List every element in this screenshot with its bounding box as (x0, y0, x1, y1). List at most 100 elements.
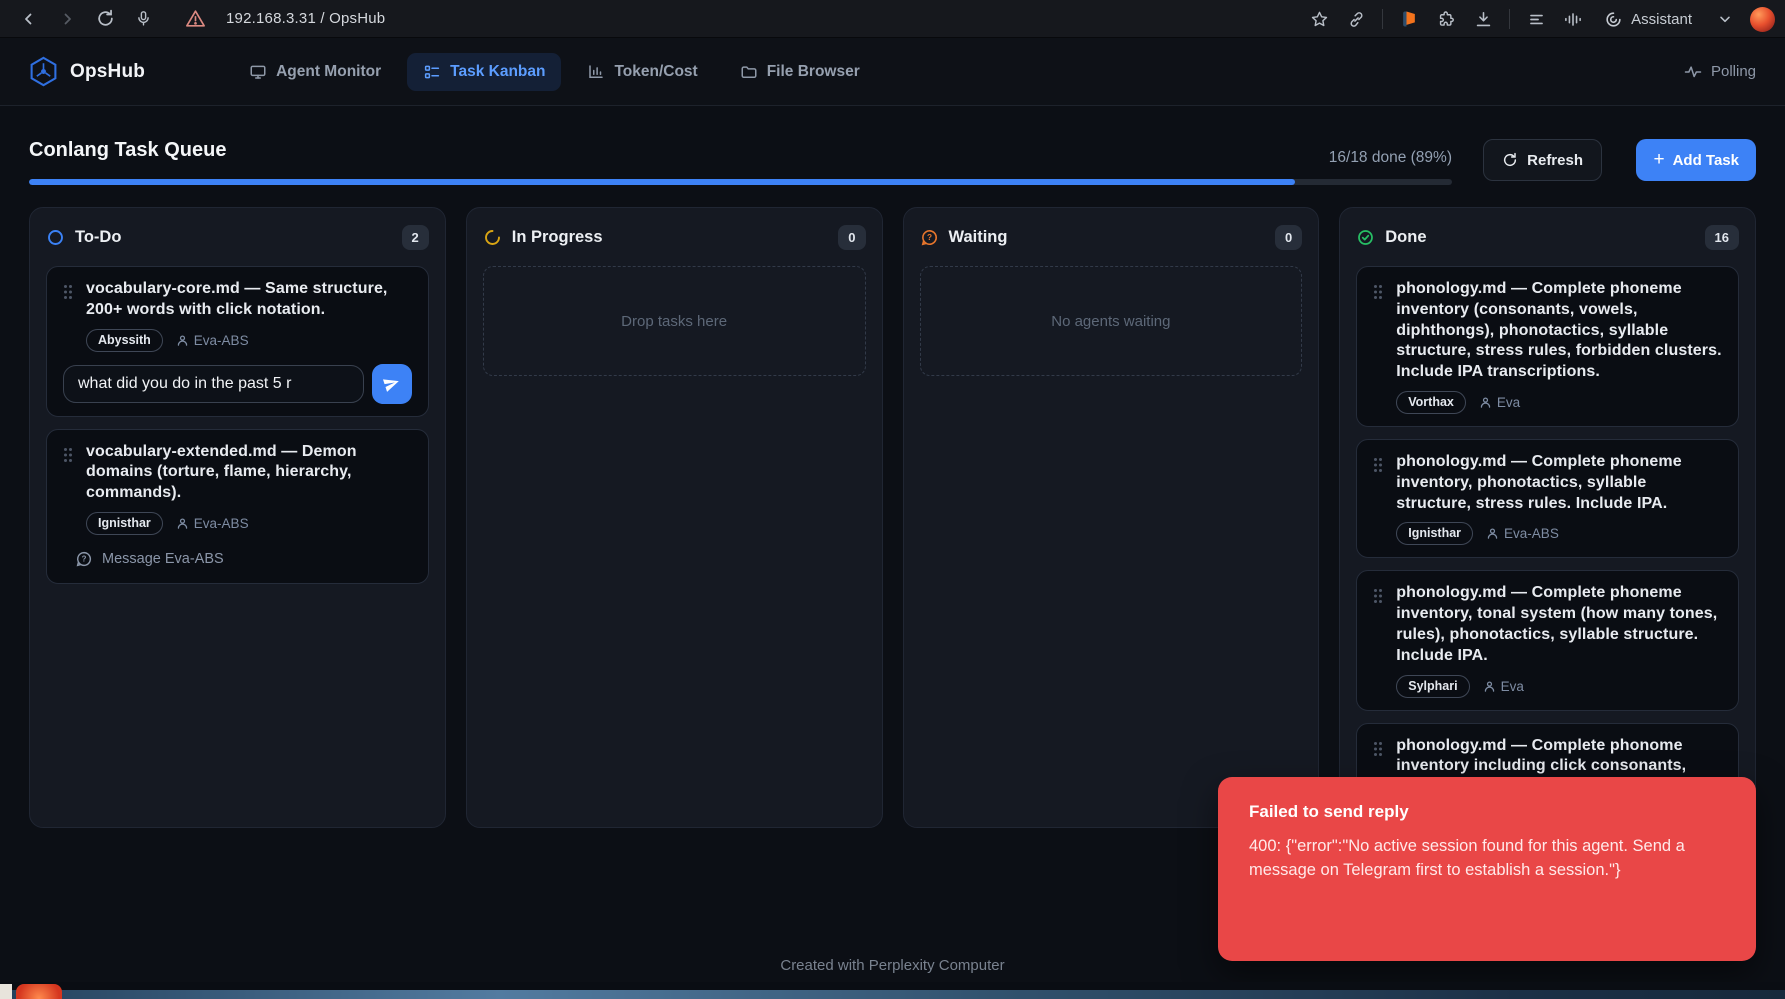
assignee-name: Eva-ABS (194, 516, 249, 531)
tab-label: Task Kanban (450, 63, 545, 81)
empty-dropzone: No agents waiting (920, 266, 1303, 376)
assignee-name: Eva (1501, 679, 1524, 694)
assignee-name: Eva-ABS (194, 333, 249, 348)
add-task-button[interactable]: + Add Task (1636, 139, 1756, 181)
message-agent-button[interactable]: ?Message Eva-ABS (69, 549, 230, 569)
copy-link-icon[interactable] (1345, 8, 1367, 30)
agent-tag: Vorthax (1396, 391, 1466, 414)
column-count-badge: 2 (402, 225, 429, 250)
toast-title: Failed to send reply (1249, 802, 1725, 822)
column-header: Done16 (1356, 224, 1739, 250)
extensions-puzzle-icon[interactable] (1435, 8, 1457, 30)
tab-token-cost[interactable]: Token/Cost (571, 53, 713, 91)
task-card[interactable]: vocabulary-core.md — Same structure, 200… (46, 266, 429, 417)
kanban-column-todo: To-Do2vocabulary-core.md — Same structur… (29, 207, 446, 828)
assignee-name: Eva (1497, 395, 1520, 410)
progress-bar (29, 179, 1452, 185)
folder-icon (740, 63, 758, 81)
downloads-icon[interactable] (1472, 8, 1494, 30)
check-circle-icon (1356, 228, 1375, 247)
polling-indicator[interactable]: Polling (1684, 63, 1756, 81)
taskbar-window-tile (0, 984, 12, 999)
assistant-icon[interactable] (1602, 8, 1624, 30)
column-title: In Progress (512, 228, 603, 247)
back-icon[interactable] (18, 8, 40, 30)
pulse-icon (1684, 63, 1702, 81)
chevron-down-icon[interactable] (1714, 8, 1736, 30)
taskbar-band (0, 990, 1785, 999)
toolbar-divider (1509, 9, 1510, 29)
brand-name: OpsHub (70, 61, 145, 83)
forward-icon[interactable] (56, 8, 78, 30)
drag-handle-icon[interactable] (1373, 284, 1383, 414)
microphone-icon[interactable] (132, 8, 154, 30)
browser-chrome: 192.168.3.31 / OpsHub Assistant (0, 0, 1785, 38)
task-title: phonology.md — Complete phoneme inventor… (1396, 279, 1722, 383)
tab-task-kanban[interactable]: Task Kanban (407, 53, 561, 91)
app-navbar: OpsHub Agent Monitor Task Kanban Token/Cos… (0, 38, 1785, 106)
empty-dropzone: Drop tasks here (483, 266, 866, 376)
drag-handle-icon[interactable] (1373, 457, 1383, 545)
tab-label: Agent Monitor (276, 63, 381, 81)
tab-agent-monitor[interactable]: Agent Monitor (233, 53, 397, 91)
column-header: In Progress0 (483, 224, 866, 250)
voice-wave-icon[interactable] (1562, 8, 1584, 30)
assignee: Eva-ABS (1486, 526, 1559, 541)
reload-icon[interactable] (94, 8, 116, 30)
desktop-taskbar-edge (0, 982, 1785, 999)
paper-plane-icon (382, 374, 401, 393)
insecure-warning-icon[interactable] (184, 8, 206, 30)
refresh-button[interactable]: Refresh (1483, 139, 1602, 181)
kanban-column-in-progress: In Progress0 Drop tasks here (466, 207, 883, 828)
agent-tag: Ignisthar (86, 512, 163, 535)
assignee-name: Eva-ABS (1504, 526, 1559, 541)
assignee: Eva-ABS (176, 516, 249, 531)
chart-icon (587, 63, 605, 81)
column-header: ?Waiting0 (920, 224, 1303, 250)
toast-body: 400: {"error":"No active session found f… (1249, 834, 1725, 883)
send-button[interactable] (372, 364, 412, 404)
message-bubble-icon: ? (75, 550, 93, 568)
empty-dropzone-label: No agents waiting (1051, 313, 1170, 330)
drag-handle-icon[interactable] (63, 447, 73, 535)
task-title: phonology.md — Complete phoneme inventor… (1396, 452, 1722, 514)
address-bar-url[interactable]: 192.168.3.31 / OpsHub (226, 10, 385, 27)
column-count-badge: 0 (1275, 225, 1302, 250)
assistant-label[interactable]: Assistant (1631, 11, 1692, 28)
reply-input[interactable] (63, 365, 364, 403)
empty-dropzone-label: Drop tasks here (621, 313, 727, 330)
circle-icon (46, 228, 65, 247)
drag-handle-icon[interactable] (63, 284, 73, 352)
task-card[interactable]: phonology.md — Complete phoneme inventor… (1356, 439, 1739, 558)
task-card[interactable]: phonology.md — Complete phoneme inventor… (1356, 266, 1739, 427)
profile-avatar[interactable] (1750, 7, 1775, 32)
tab-file-browser[interactable]: File Browser (724, 53, 876, 91)
task-title: vocabulary-core.md — Same structure, 200… (86, 279, 412, 321)
add-task-label: Add Task (1673, 152, 1739, 169)
nav-tabs: Agent Monitor Task Kanban Token/Cost File B… (233, 53, 876, 91)
person-icon (1486, 527, 1499, 540)
bookmark-star-icon[interactable] (1308, 8, 1330, 30)
drag-handle-icon[interactable] (1373, 588, 1383, 697)
chat-question-icon: ? (920, 228, 939, 247)
person-icon (1483, 680, 1496, 693)
kanban-icon (423, 63, 441, 81)
progress-bar-fill (29, 179, 1295, 185)
taskbar-browser-logo-icon (16, 984, 62, 999)
tab-label: Token/Cost (614, 63, 697, 81)
page-title: Conlang Task Queue (29, 139, 226, 162)
svg-text:?: ? (926, 232, 931, 242)
monitor-icon (249, 63, 267, 81)
person-icon (1479, 396, 1492, 409)
progress-text: 16/18 done (89%) (1329, 149, 1452, 167)
page-header: Conlang Task Queue 16/18 done (89%) Refr… (0, 106, 1785, 207)
error-toast[interactable]: Failed to send reply 400: {"error":"No a… (1218, 777, 1756, 961)
task-card[interactable]: phonology.md — Complete phoneme inventor… (1356, 570, 1739, 710)
toolbar-divider (1382, 9, 1383, 29)
spinner-icon (483, 228, 502, 247)
campaign-flag-icon[interactable] (1398, 8, 1420, 30)
task-card[interactable]: vocabulary-extended.md — Demon domains (… (46, 429, 429, 584)
reader-list-icon[interactable] (1525, 8, 1547, 30)
agent-tag: Sylphari (1396, 675, 1469, 698)
refresh-label: Refresh (1527, 152, 1583, 169)
